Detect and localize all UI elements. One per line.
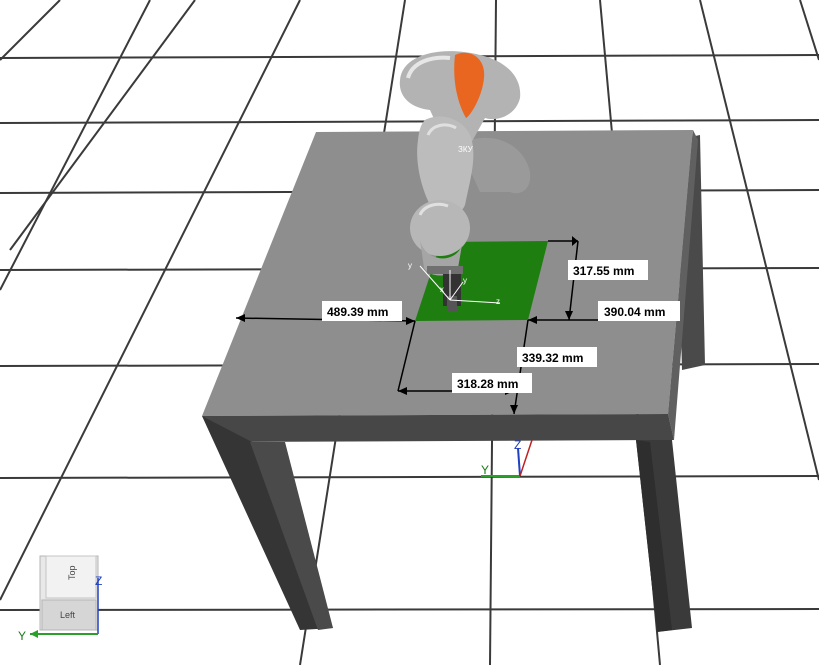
world-axes: Y Z (481, 438, 533, 477)
dim-label-318: 318.28 mm (452, 373, 532, 393)
3d-viewport[interactable]: ЗКУ x y y z 317.55 mm 390.04 mm 489.39 m… (0, 0, 819, 666)
view-cube-z-label: Z (95, 574, 102, 588)
svg-text:318.28 mm: 318.28 mm (457, 377, 518, 391)
view-cube-y-label: Y (18, 629, 26, 643)
dim-label-489: 489.39 mm (322, 301, 402, 321)
tool-frame-y-label: y (408, 261, 412, 270)
view-cube-top-label: Top (67, 565, 77, 580)
svg-text:339.32 mm: 339.32 mm (522, 351, 583, 365)
view-cube-left-label: Left (60, 610, 76, 620)
world-y-label: Y (481, 463, 489, 477)
view-cube[interactable]: Top Left Z Y (18, 555, 102, 643)
tool-frame-y2-label: y (463, 276, 467, 285)
svg-text:489.39 mm: 489.39 mm (327, 305, 388, 319)
svg-text:317.55 mm: 317.55 mm (573, 264, 634, 278)
tool-frame-x-label: x (440, 285, 444, 294)
svg-text:390.04 mm: 390.04 mm (604, 305, 665, 319)
dim-label-317: 317.55 mm (568, 260, 648, 280)
dim-label-339: 339.32 mm (517, 347, 597, 367)
world-z-label: Z (514, 438, 521, 452)
svg-text:ЗКУ: ЗКУ (458, 145, 474, 154)
tool-frame-z-label: z (496, 297, 500, 306)
dim-label-390: 390.04 mm (598, 301, 680, 321)
